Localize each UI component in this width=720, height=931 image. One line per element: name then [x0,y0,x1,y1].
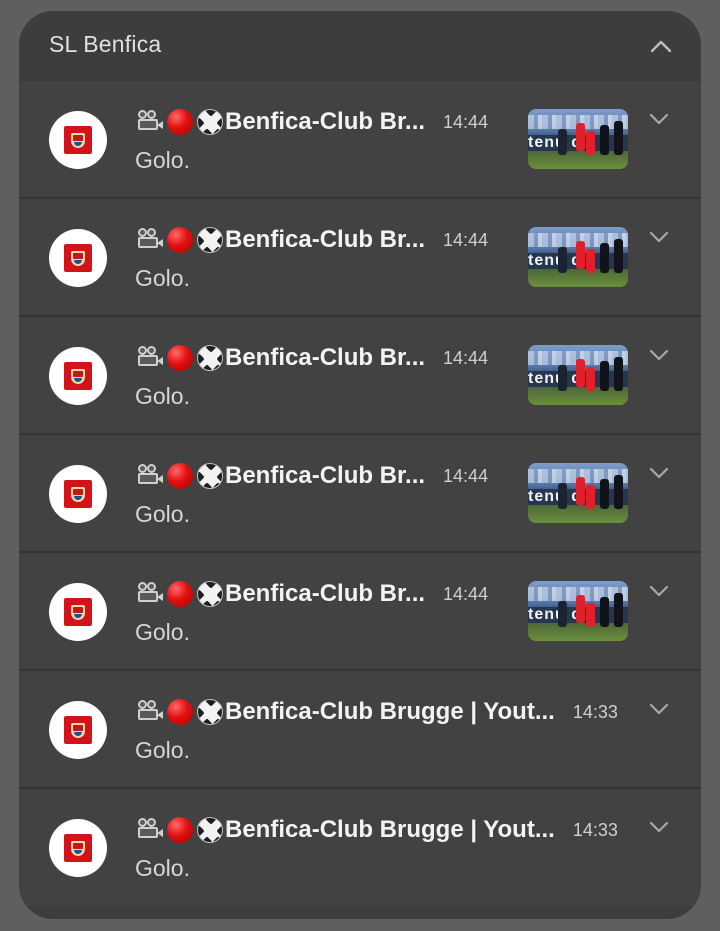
chevron-down-icon[interactable] [647,583,671,599]
red-circle-icon [165,579,195,609]
chevron-down-icon[interactable] [647,347,671,363]
notification-title-row: Benfica-Club Br... 14:44 [135,461,488,491]
notification-body: Golo. [135,265,190,291]
notification-time: 14:44 [443,465,489,486]
benfica-crest-icon [64,362,92,390]
benfica-avatar [49,465,107,523]
movie-camera-icon [135,343,165,373]
soccer-ball-icon [195,343,225,373]
notification-time: 14:33 [572,701,618,722]
notification-card[interactable]: Benfica-Club Brugge | Yout... 14:33 Golo… [19,669,701,787]
chevron-down-icon[interactable] [647,229,671,245]
group-title: SL Benfica [49,31,162,57]
soccer-ball-icon [195,815,225,845]
benfica-avatar [49,701,107,759]
notification-card[interactable]: Benfica-Club Br... 14:44 Golo. tenu d [19,315,701,433]
benfica-crest-icon [64,834,92,862]
thumbnail-board-text: tenu d [528,606,582,623]
red-circle-icon [165,225,195,255]
red-circle-icon [165,461,195,491]
notification-body: Golo. [135,383,190,409]
movie-camera-icon [135,107,165,137]
notification-title-row: Benfica-Club Br... 14:44 [135,343,488,373]
chevron-down-icon[interactable] [647,465,671,481]
movie-camera-icon [135,461,165,491]
benfica-crest-icon [64,480,92,508]
notification-body: Golo. [135,619,190,645]
video-thumbnail[interactable]: tenu d [528,581,628,641]
notification-body: Golo. [135,501,190,527]
benfica-avatar [49,347,107,405]
notification-title: Benfica-Club Brugge | Yout... [225,816,555,843]
notification-title-row: Benfica-Club Br... 14:44 [135,579,488,609]
red-circle-icon [165,343,195,373]
soccer-ball-icon [195,225,225,255]
notification-body: Golo. [135,737,190,763]
movie-camera-icon [135,697,165,727]
benfica-avatar [49,229,107,287]
movie-camera-icon [135,815,165,845]
chevron-down-icon[interactable] [647,819,671,835]
notification-card[interactable]: Benfica-Club Br... 14:44 Golo. tenu d [19,197,701,315]
notification-title: Benfica-Club Brugge | Yout... [225,698,555,725]
notification-body: Golo. [135,855,190,881]
thumbnail-board-text: tenu d [528,370,582,387]
red-circle-icon [165,815,195,845]
chevron-down-icon[interactable] [647,111,671,127]
movie-camera-icon [135,225,165,255]
notification-title: Benfica-Club Br... [225,108,426,135]
notification-time: 14:44 [443,111,489,132]
benfica-crest-icon [64,716,92,744]
benfica-avatar [49,111,107,169]
notification-card[interactable]: Benfica-Club Brugge | Yout... 14:33 Golo… [19,787,701,905]
red-circle-icon [165,697,195,727]
notification-time: 14:44 [443,229,489,250]
video-thumbnail[interactable]: tenu d [528,345,628,405]
notification-time: 14:44 [443,347,489,368]
benfica-avatar [49,583,107,641]
notification-title: Benfica-Club Br... [225,344,426,371]
soccer-ball-icon [195,579,225,609]
notification-time: 14:44 [443,583,489,604]
notification-card[interactable]: Benfica-Club Br... 14:44 Golo. tenu d [19,433,701,551]
notification-time: 14:33 [572,819,618,840]
benfica-avatar [49,819,107,877]
notification-title-row: Benfica-Club Brugge | Yout... 14:33 [135,697,635,727]
notification-list: Benfica-Club Br... 14:44 Golo. tenu d Be… [19,79,701,905]
thumbnail-board-text: tenu d [528,488,582,505]
movie-camera-icon [135,579,165,609]
video-thumbnail[interactable]: tenu d [528,463,628,523]
benfica-crest-icon [64,598,92,626]
notification-title: Benfica-Club Br... [225,226,426,253]
video-thumbnail[interactable]: tenu d [528,109,628,169]
video-thumbnail[interactable]: tenu d [528,227,628,287]
chevron-down-icon[interactable] [647,701,671,717]
thumbnail-board-text: tenu d [528,252,582,269]
soccer-ball-icon [195,461,225,491]
notification-card[interactable]: Benfica-Club Br... 14:44 Golo. tenu d [19,79,701,197]
notification-title-row: Benfica-Club Brugge | Yout... 14:33 [135,815,635,845]
soccer-ball-icon [195,697,225,727]
benfica-crest-icon [64,126,92,154]
red-circle-icon [165,107,195,137]
thumbnail-board-text: tenu d [528,134,582,151]
notification-group-panel: SL Benfica Benfica-Club Br... 14:44 Golo… [19,11,701,919]
notification-title-row: Benfica-Club Br... 14:44 [135,107,488,137]
benfica-crest-icon [64,244,92,272]
notification-title: Benfica-Club Br... [225,580,426,607]
group-header[interactable]: SL Benfica [19,11,701,79]
notification-body: Golo. [135,147,190,173]
notification-title: Benfica-Club Br... [225,462,426,489]
soccer-ball-icon [195,107,225,137]
chevron-up-icon[interactable] [647,35,675,57]
notification-card[interactable]: Benfica-Club Br... 14:44 Golo. tenu d [19,551,701,669]
notification-title-row: Benfica-Club Br... 14:44 [135,225,488,255]
